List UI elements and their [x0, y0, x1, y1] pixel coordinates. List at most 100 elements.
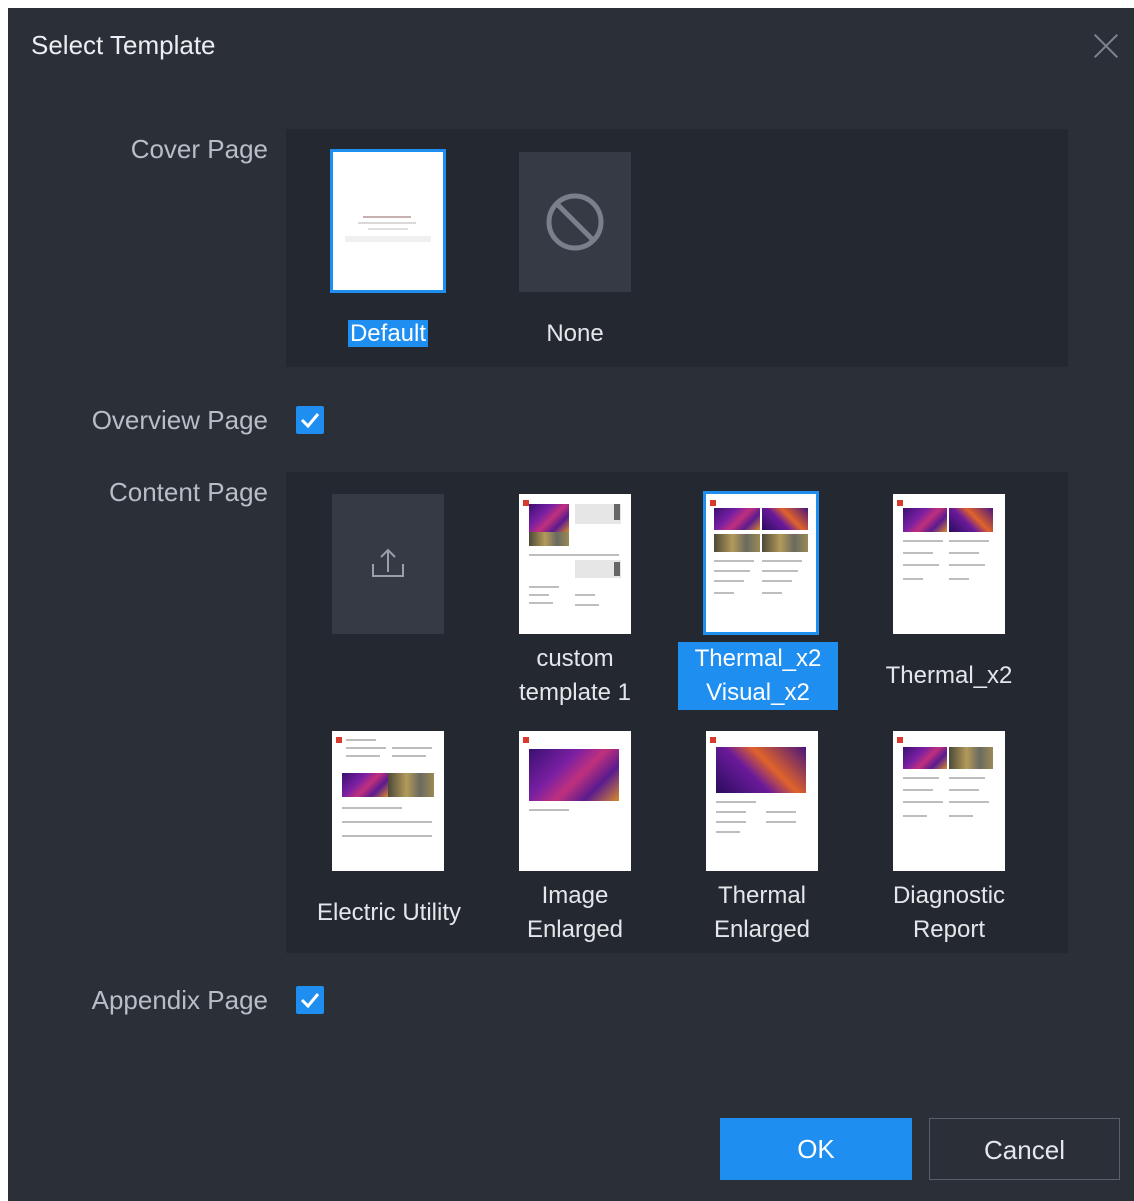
template-logo	[523, 737, 529, 743]
text-line	[903, 789, 933, 791]
text-line	[762, 570, 798, 572]
content-page-panel: custom template 1 Thermal_x2 Visual_x2 T…	[286, 472, 1068, 953]
template-thermal-enlarged-label[interactable]: Thermal Enlarged	[677, 879, 847, 947]
text-line	[762, 592, 782, 594]
text-line	[949, 578, 969, 580]
cancel-button[interactable]: Cancel	[929, 1118, 1120, 1180]
text-line	[346, 739, 376, 741]
template-thermal-x2-visual-x2-tile[interactable]	[703, 491, 819, 635]
appendix-page-label: Appendix Page	[91, 985, 268, 1015]
text-line	[762, 580, 792, 582]
text-line	[575, 604, 599, 606]
cover-default-label[interactable]: Default	[303, 317, 473, 351]
thermal-image	[949, 508, 993, 532]
appendix-page-checkbox[interactable]	[296, 986, 324, 1014]
text-line	[716, 821, 746, 823]
text-line	[762, 560, 802, 562]
text-line	[714, 592, 734, 594]
text-line	[903, 801, 943, 803]
dialog-title: Select Template	[31, 30, 216, 60]
text-line	[949, 540, 989, 542]
template-image-enlarged-label[interactable]: Image Enlarged	[490, 879, 660, 947]
placeholder-bar	[614, 562, 620, 576]
cover-page-panel: Default None	[286, 129, 1068, 367]
none-icon	[546, 193, 604, 251]
template-electric-utility-tile[interactable]	[332, 731, 444, 871]
visual-image	[529, 532, 569, 546]
template-logo	[897, 737, 903, 743]
text-line	[529, 554, 619, 556]
template-logo	[710, 500, 716, 506]
text-line	[903, 540, 943, 542]
content-page-label: Content Page	[108, 477, 268, 507]
text-line	[392, 755, 426, 757]
text-line	[716, 801, 756, 803]
template-electric-utility-label[interactable]: Electric Utility	[304, 896, 474, 930]
upload-template-tile[interactable]	[332, 494, 444, 634]
thermal-image	[716, 747, 806, 793]
cover-default-tile[interactable]	[330, 149, 446, 293]
text-line	[949, 777, 985, 779]
template-diagnostic-report-label[interactable]: Diagnostic Report	[864, 879, 1034, 947]
upload-icon	[372, 548, 404, 577]
text-line	[346, 755, 380, 757]
template-thermal-enlarged-tile[interactable]	[706, 731, 818, 871]
template-logo	[336, 737, 342, 743]
thermal-image	[903, 508, 947, 532]
text-line	[716, 831, 740, 833]
thermal-image	[903, 747, 947, 769]
cover-none-tile[interactable]	[519, 152, 631, 292]
select-template-dialog: Select Template Cover Page Default None …	[8, 8, 1134, 1201]
text-line	[529, 586, 559, 588]
visual-image	[388, 773, 434, 797]
visual-image	[949, 747, 993, 769]
template-thermal-x2-visual-x2-label[interactable]: Thermal_x2 Visual_x2	[678, 642, 838, 710]
text-line	[903, 552, 933, 554]
text-line	[903, 564, 939, 566]
overview-page-label: Overview Page	[91, 405, 268, 435]
text-line	[716, 811, 746, 813]
text-line	[903, 578, 923, 580]
text-line	[342, 821, 432, 823]
text-line	[392, 747, 432, 749]
text-line	[714, 560, 754, 562]
text-line	[346, 747, 386, 749]
cover-none-label[interactable]: None	[490, 317, 660, 351]
thermal-image	[762, 508, 808, 530]
text-line	[529, 809, 569, 811]
text-line	[342, 807, 402, 809]
close-icon[interactable]	[1090, 30, 1122, 62]
text-line	[949, 789, 979, 791]
template-diagnostic-report-tile[interactable]	[893, 731, 1005, 871]
thermal-image	[714, 508, 760, 530]
placeholder-bar	[614, 504, 620, 520]
text-line	[529, 594, 549, 596]
text-line	[575, 594, 595, 596]
checkmark-icon	[300, 993, 320, 1009]
text-line	[949, 815, 973, 817]
text-line	[949, 801, 989, 803]
thermal-image	[529, 749, 619, 801]
text-line	[714, 570, 750, 572]
text-line	[766, 811, 796, 813]
visual-image	[714, 534, 760, 552]
visual-image	[762, 534, 808, 552]
text-line	[903, 777, 939, 779]
thermal-image	[529, 504, 569, 532]
template-custom-1-label[interactable]: custom template 1	[490, 642, 660, 710]
checkmark-icon	[300, 413, 320, 429]
overview-page-checkbox[interactable]	[296, 406, 324, 434]
template-image-enlarged-tile[interactable]	[519, 731, 631, 871]
text-line	[529, 602, 553, 604]
text-line	[949, 552, 979, 554]
template-logo	[897, 500, 903, 506]
template-custom-1-tile[interactable]	[519, 494, 631, 634]
ok-button[interactable]: OK	[720, 1118, 912, 1180]
cover-page-label: Cover Page	[130, 134, 268, 164]
text-line	[714, 580, 744, 582]
text-line	[766, 821, 796, 823]
template-thermal-x2-tile[interactable]	[893, 494, 1005, 634]
thermal-image	[342, 773, 388, 797]
template-thermal-x2-label[interactable]: Thermal_x2	[864, 659, 1034, 693]
text-line	[903, 815, 927, 817]
